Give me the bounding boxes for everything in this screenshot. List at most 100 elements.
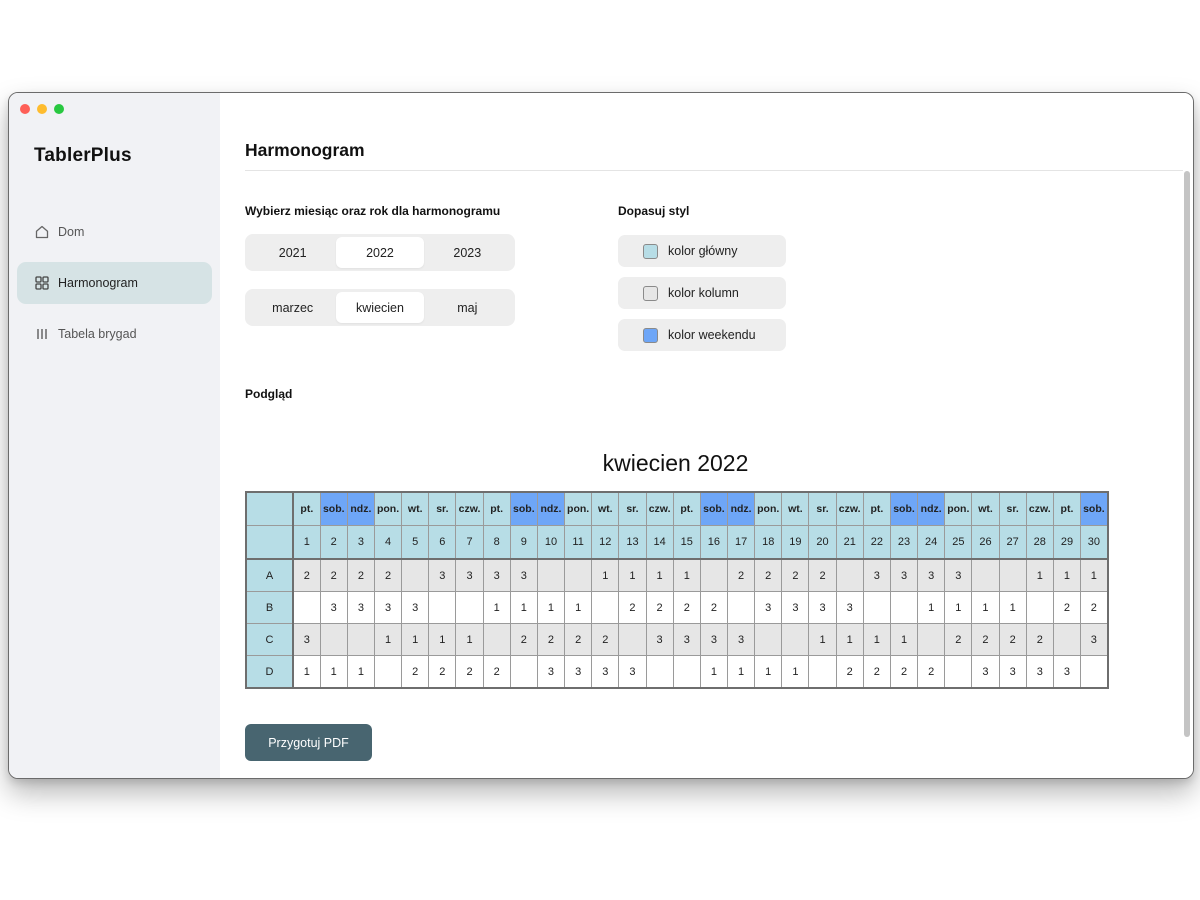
weekday-header-cell: sob.: [509, 491, 538, 526]
main-color-button[interactable]: kolor główny: [618, 235, 786, 267]
sidebar-item-label: Tabela brygad: [58, 327, 137, 341]
shift-cell: 3: [781, 591, 810, 624]
date-header-cell: 19: [781, 525, 810, 560]
zoom-window-button[interactable]: [54, 104, 64, 114]
shift-cell: [998, 558, 1027, 592]
shift-cell: [455, 591, 484, 624]
preview-label: Podgląd: [245, 387, 293, 401]
brigade-name-cell: D: [245, 655, 294, 689]
month-option-marzec[interactable]: marzec: [249, 292, 336, 323]
grid-icon: [35, 276, 49, 290]
shift-cell: [645, 655, 674, 689]
shift-cell: 1: [346, 655, 375, 689]
shift-cell: 2: [835, 655, 864, 689]
shift-cell: 3: [754, 591, 783, 624]
shift-cell: [401, 558, 430, 592]
close-window-button[interactable]: [20, 104, 30, 114]
date-header-cell: 30: [1080, 525, 1109, 560]
shift-cell: [509, 655, 538, 689]
shift-cell: [428, 591, 457, 624]
month-option-kwiecien[interactable]: kwiecien: [336, 292, 424, 323]
shift-cell: [346, 623, 375, 656]
weekday-header-cell: ndz.: [346, 491, 375, 526]
weekday-header-cell: sob.: [319, 491, 348, 526]
date-header-cell: 23: [889, 525, 919, 560]
shift-cell: [699, 558, 729, 592]
minimize-window-button[interactable]: [37, 104, 47, 114]
year-option-2021[interactable]: 2021: [249, 237, 336, 268]
app-window: TablerPlus Dom Harmonogram Tabela brygad…: [8, 92, 1194, 779]
shift-cell: [319, 623, 348, 656]
shift-cell: 3: [509, 558, 538, 592]
shift-cell: 1: [1052, 558, 1082, 592]
weekday-header-cell: sob.: [889, 491, 919, 526]
shift-cell: 2: [971, 623, 1000, 656]
shift-cell: 2: [292, 558, 321, 592]
shift-cell: 2: [889, 655, 919, 689]
year-option-2023[interactable]: 2023: [424, 237, 511, 268]
weekday-header-cell: sr.: [618, 491, 647, 526]
date-header-cell: 29: [1052, 525, 1082, 560]
shift-cell: 1: [1025, 558, 1054, 592]
shift-cell: 3: [699, 623, 729, 656]
brigade-row: A22223333111122223333111: [245, 558, 1109, 592]
weekday-header-cell: sob.: [1080, 491, 1109, 526]
schedule-table: pt. sob. ndz. pon. wt. sr. czw. pt. sob. ndz. pon.…: [245, 491, 1109, 689]
shift-cell: 1: [862, 623, 891, 656]
date-header-cell: 10: [536, 525, 566, 560]
shift-cell: 3: [971, 655, 1000, 689]
weekend-color-button[interactable]: kolor weekendu: [618, 319, 786, 351]
shift-cell: 3: [482, 558, 511, 592]
brigade-row: C3111122223333111122223: [245, 623, 1109, 656]
column-color-button[interactable]: kolor kolumn: [618, 277, 786, 309]
sidebar-item-dom[interactable]: Dom: [17, 211, 212, 253]
shift-cell: [862, 591, 891, 624]
date-header-cell: 2: [319, 525, 348, 560]
prepare-pdf-button[interactable]: Przygotuj PDF: [245, 724, 372, 761]
shift-cell: 1: [564, 591, 593, 624]
shift-cell: 2: [509, 623, 538, 656]
shift-cell: 1: [292, 655, 321, 689]
date-header-cell: 12: [591, 525, 620, 560]
shift-cell: [536, 558, 566, 592]
shift-cell: 3: [346, 591, 375, 624]
weekday-header-cell: czw.: [455, 491, 484, 526]
shift-cell: 2: [482, 655, 511, 689]
weekday-header-cell: pt.: [862, 491, 891, 526]
brigade-row: B3333111122223333111122: [245, 591, 1109, 624]
month-option-maj[interactable]: maj: [424, 292, 511, 323]
sidebar: TablerPlus Dom Harmonogram Tabela brygad: [9, 93, 220, 778]
vertical-scrollbar[interactable]: [1184, 171, 1190, 737]
date-header-cell: 13: [618, 525, 647, 560]
divider: [245, 170, 1183, 171]
weekday-header-cell: ndz.: [726, 491, 756, 526]
weekday-header-cell: wt.: [781, 491, 810, 526]
shift-cell: 2: [373, 558, 403, 592]
weekday-header-cell: wt.: [971, 491, 1000, 526]
shift-cell: 1: [781, 655, 810, 689]
date-header-cell: 18: [754, 525, 783, 560]
weekday-header-cell: ndz.: [917, 491, 946, 526]
weekday-header-cell: pon.: [373, 491, 403, 526]
shift-cell: 3: [373, 591, 403, 624]
brigade-row: D11122223333111122223333: [245, 655, 1109, 689]
date-header-cell: 1: [292, 525, 321, 560]
shift-cell: 1: [373, 623, 403, 656]
shift-cell: 1: [699, 655, 729, 689]
year-option-2022[interactable]: 2022: [336, 237, 424, 268]
sidebar-item-tabela-brygad[interactable]: Tabela brygad: [17, 313, 212, 355]
shift-cell: 3: [889, 558, 919, 592]
brigade-name-cell: B: [245, 591, 294, 624]
sidebar-item-harmonogram[interactable]: Harmonogram: [17, 262, 212, 304]
shift-cell: 1: [944, 591, 973, 624]
weekday-header-cell: pt.: [1052, 491, 1082, 526]
weekday-header-cell: sr.: [998, 491, 1027, 526]
shift-cell: 3: [835, 591, 864, 624]
shift-cell: [917, 623, 946, 656]
date-header-cell: 6: [428, 525, 457, 560]
shift-cell: 3: [591, 655, 620, 689]
shift-cell: 3: [401, 591, 430, 624]
weekday-header-cell: sob.: [699, 491, 729, 526]
sidebar-item-label: Dom: [58, 225, 85, 239]
column-color-label: kolor kolumn: [668, 286, 739, 300]
